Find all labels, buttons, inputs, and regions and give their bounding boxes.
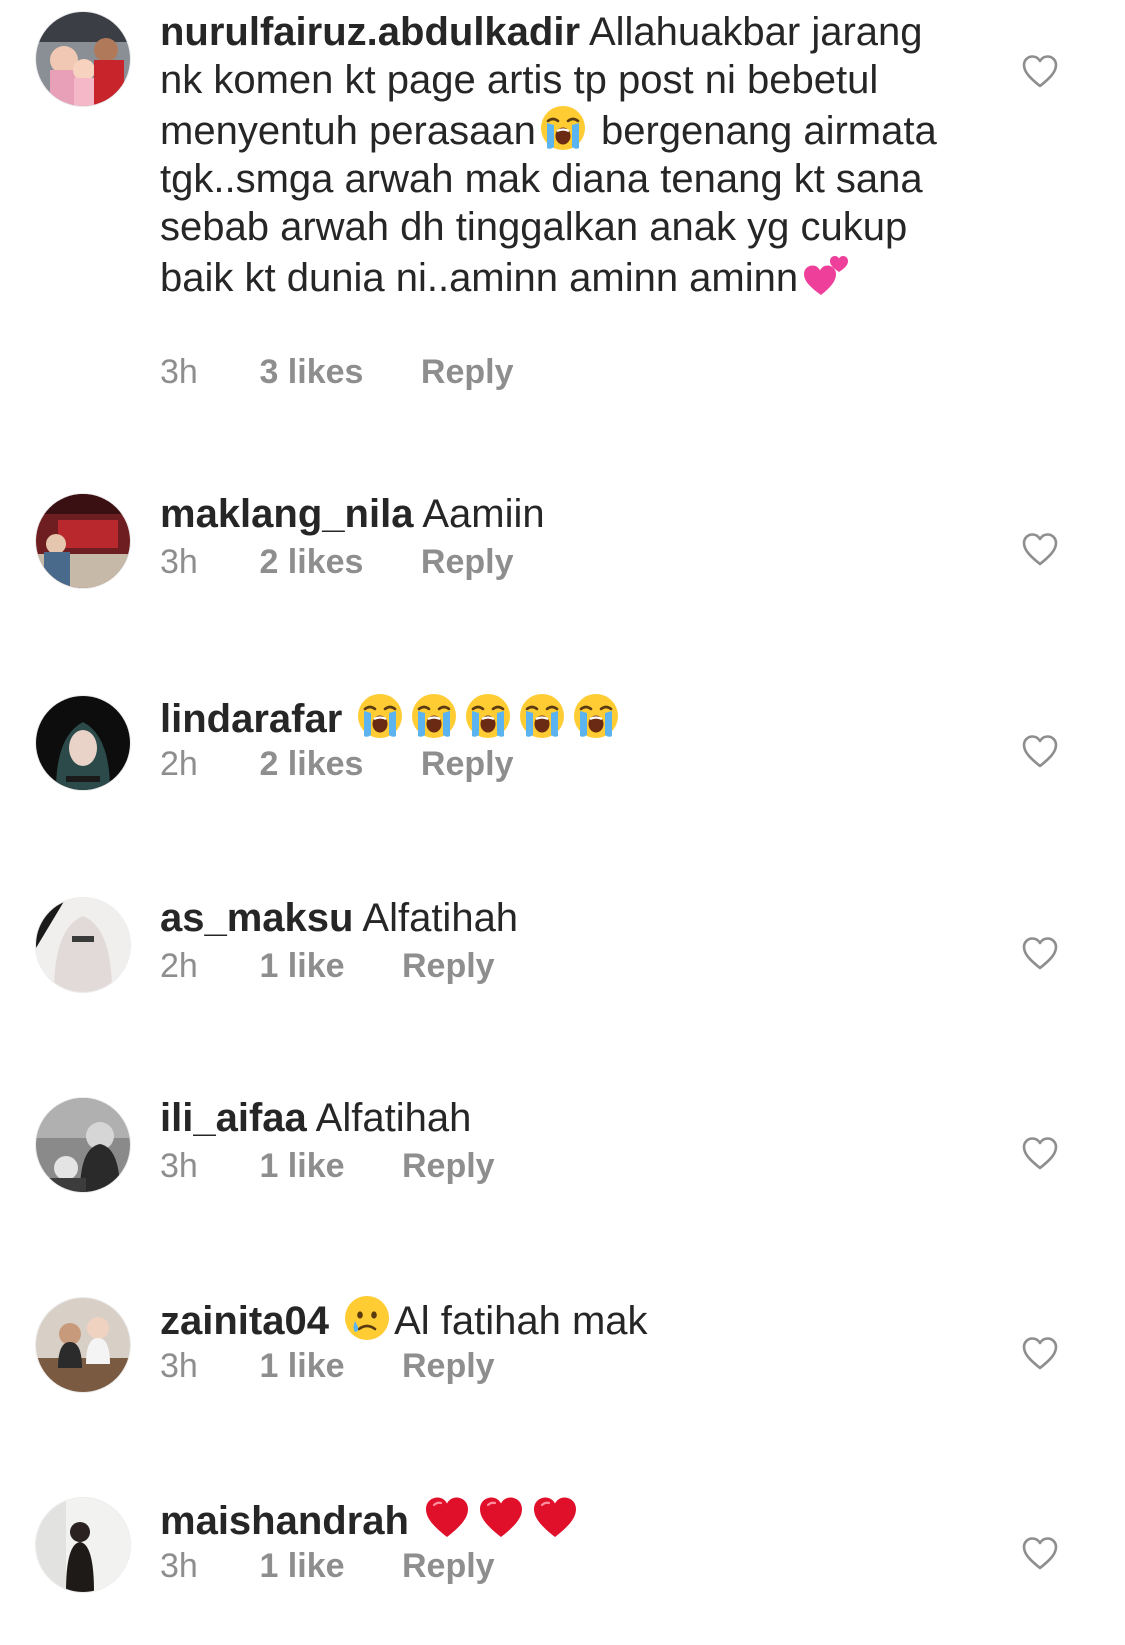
- comment-meta: 3h 1 like Reply: [160, 1346, 495, 1386]
- comment-text: nurulfairuz.abdulkadir Allahuakbar jaran…: [160, 8, 960, 302]
- comment-meta: 2h 1 like Reply: [160, 946, 495, 986]
- comment-time: 2h: [160, 947, 198, 985]
- loudly-crying-face-icon: [572, 692, 620, 740]
- comment-likes[interactable]: 1 like: [259, 1146, 344, 1186]
- comment-username[interactable]: maklang_nila: [160, 492, 413, 536]
- comment-text: lindarafar: [160, 692, 960, 743]
- comment-meta: 3h 1 like Reply: [160, 1146, 495, 1186]
- comment-meta: 2h 2 likes Reply: [160, 744, 513, 784]
- comment-body: Alfatihah: [362, 896, 519, 940]
- loudly-crying-face-icon: [518, 692, 566, 740]
- comment-likes[interactable]: 1 like: [259, 1346, 344, 1386]
- loudly-crying-face-icon: [539, 104, 587, 152]
- comment-username[interactable]: zainita04: [160, 1299, 329, 1343]
- comment-username[interactable]: as_maksu: [160, 896, 353, 940]
- reply-button[interactable]: Reply: [421, 542, 514, 582]
- comment-text: ili_aifaa Alfatihah: [160, 1094, 960, 1142]
- comment-likes[interactable]: 3 likes: [259, 352, 363, 392]
- comment-username[interactable]: maishandrah: [160, 1499, 409, 1543]
- comment-text: maklang_nila Aamiin: [160, 490, 960, 538]
- reply-button[interactable]: Reply: [421, 352, 514, 392]
- avatar[interactable]: [36, 898, 130, 992]
- two-hearts-icon: [801, 251, 849, 299]
- comment-text: zainita04 Al fatihah mak: [160, 1294, 960, 1345]
- avatar[interactable]: [36, 12, 130, 106]
- comment-text: maishandrah: [160, 1494, 960, 1545]
- heart-outline-icon[interactable]: [1020, 934, 1060, 974]
- avatar[interactable]: [36, 1498, 130, 1592]
- avatar[interactable]: [36, 1098, 130, 1192]
- comment-time: 3h: [160, 1347, 198, 1385]
- comment-body: Aamiin: [422, 492, 545, 536]
- comment-body: Al fatihah mak: [394, 1299, 648, 1343]
- heart-outline-icon[interactable]: [1020, 732, 1060, 772]
- loudly-crying-face-icon: [356, 692, 404, 740]
- reply-button[interactable]: Reply: [421, 744, 514, 784]
- comment-username[interactable]: nurulfairuz.abdulkadir: [160, 10, 580, 54]
- comment-username[interactable]: lindarafar: [160, 697, 342, 741]
- heart-outline-icon[interactable]: [1020, 1334, 1060, 1374]
- heart-outline-icon[interactable]: [1020, 1534, 1060, 1574]
- comment-meta: 3h 2 likes Reply: [160, 542, 513, 582]
- comment-meta: 3h 3 likes Reply: [160, 352, 513, 392]
- avatar[interactable]: [36, 494, 130, 588]
- comment-time: 3h: [160, 353, 198, 391]
- comment-likes[interactable]: 1 like: [259, 1546, 344, 1586]
- comment-time: 3h: [160, 543, 198, 581]
- comment-time: 3h: [160, 1147, 198, 1185]
- reply-button[interactable]: Reply: [402, 1146, 495, 1186]
- comment-username[interactable]: ili_aifaa: [160, 1096, 307, 1140]
- loudly-crying-face-icon: [464, 692, 512, 740]
- heart-outline-icon[interactable]: [1020, 530, 1060, 570]
- reply-button[interactable]: Reply: [402, 1546, 495, 1586]
- red-heart-icon: [531, 1494, 579, 1542]
- avatar[interactable]: [36, 696, 130, 790]
- comment-likes[interactable]: 2 likes: [259, 744, 363, 784]
- reply-button[interactable]: Reply: [402, 946, 495, 986]
- comment-body: Alfatihah: [315, 1096, 472, 1140]
- comment-meta: 3h 1 like Reply: [160, 1546, 495, 1586]
- reply-button[interactable]: Reply: [402, 1346, 495, 1386]
- comment-likes[interactable]: 1 like: [259, 946, 344, 986]
- red-heart-icon: [477, 1494, 525, 1542]
- crying-face-icon: [343, 1294, 391, 1342]
- heart-outline-icon[interactable]: [1020, 52, 1060, 92]
- heart-outline-icon[interactable]: [1020, 1134, 1060, 1174]
- red-heart-icon: [423, 1494, 471, 1542]
- comment-time: 3h: [160, 1547, 198, 1585]
- comment-text: as_maksu Alfatihah: [160, 894, 960, 942]
- comment-time: 2h: [160, 745, 198, 783]
- avatar[interactable]: [36, 1298, 130, 1392]
- comment-likes[interactable]: 2 likes: [259, 542, 363, 582]
- loudly-crying-face-icon: [410, 692, 458, 740]
